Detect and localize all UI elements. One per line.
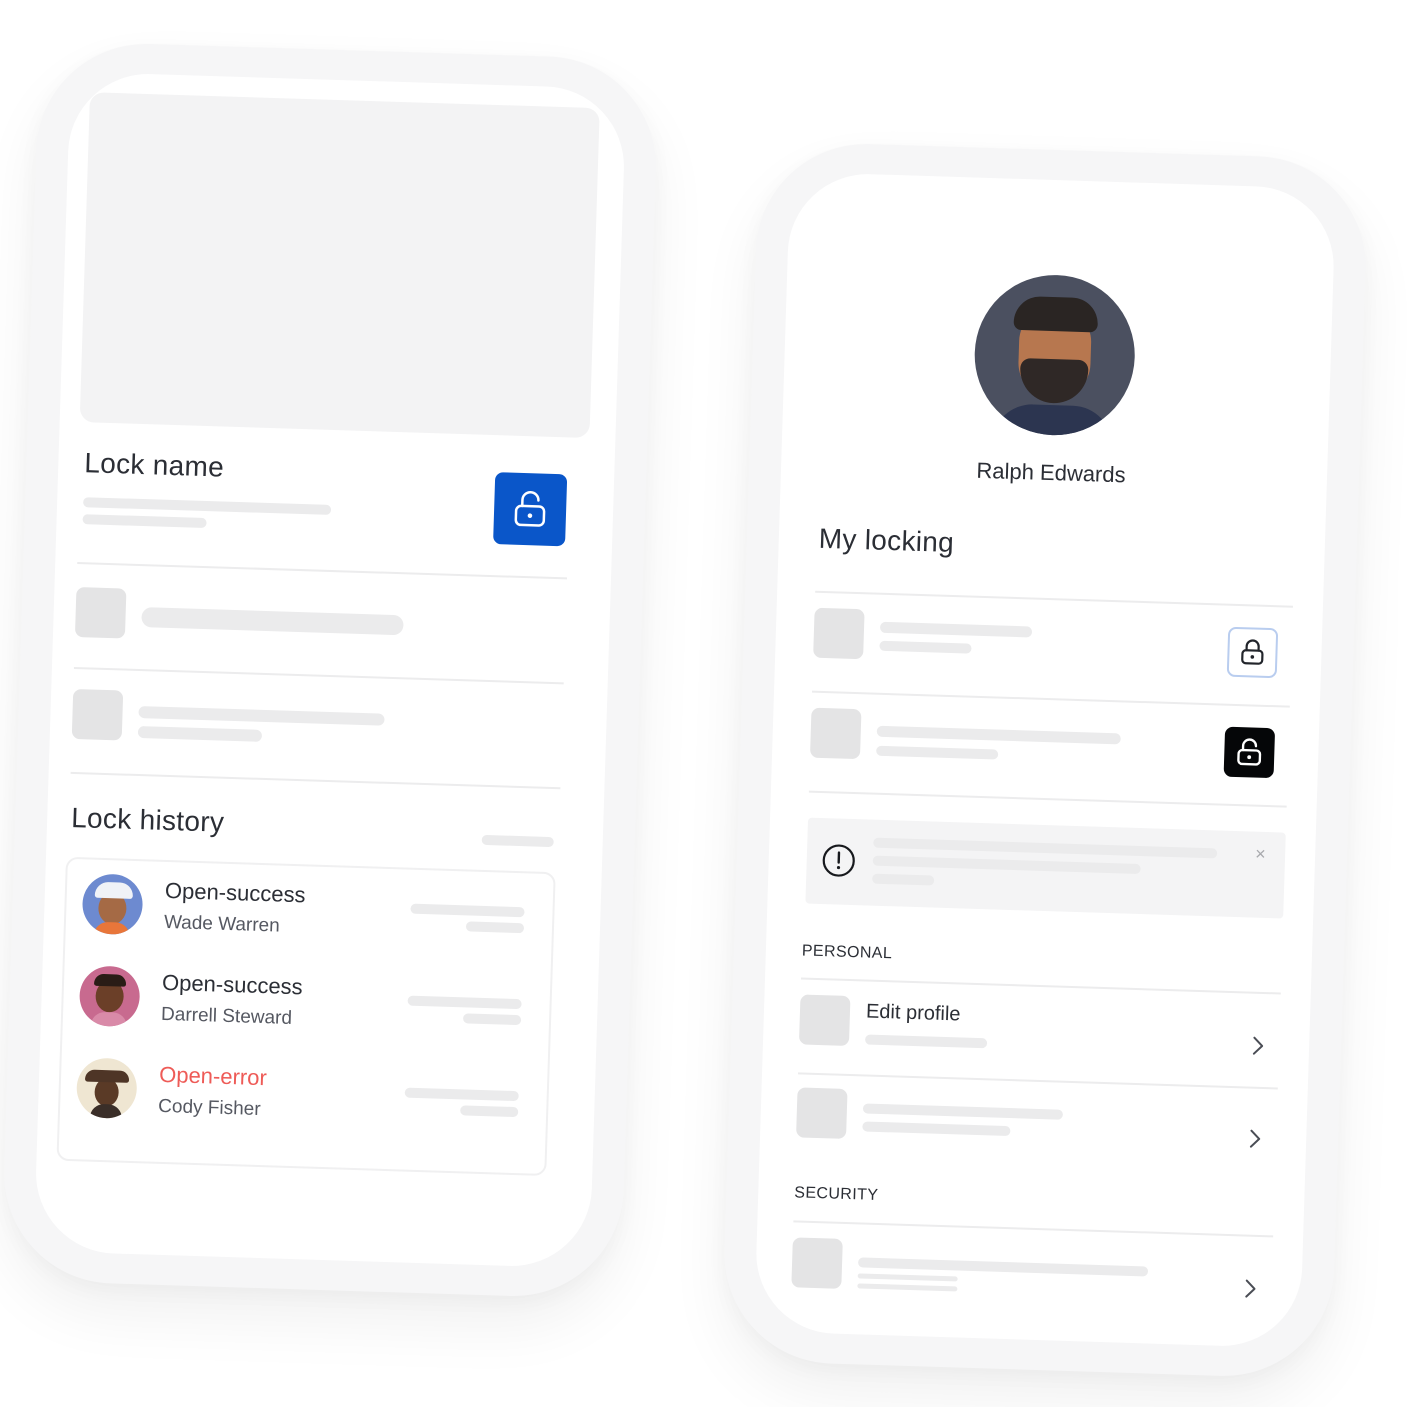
history-time-skeleton: [404, 1087, 519, 1102]
lock-button-active[interactable]: [1223, 726, 1276, 779]
history-time-skeleton: [465, 921, 525, 934]
settings-skeleton: [862, 1121, 1011, 1137]
alert-skeleton: [872, 855, 1141, 875]
lock-detail-screen: Lock name Lock history Open-success Wade…: [33, 71, 627, 1269]
item-skeleton: [141, 607, 404, 636]
avatar-hat: [84, 1069, 130, 1083]
avatar-shirt: [991, 403, 1114, 438]
my-locking-title: My locking: [818, 522, 955, 559]
alert-banner: ×: [805, 817, 1286, 919]
divider: [808, 790, 1287, 808]
unlock-button[interactable]: [1226, 626, 1279, 679]
history-time-skeleton: [407, 995, 522, 1010]
divider: [815, 590, 1293, 608]
security-thumbnail: [791, 1237, 843, 1289]
chevron-right-icon: [1252, 1036, 1264, 1055]
divider: [73, 666, 564, 685]
lock-thumbnail: [813, 607, 865, 660]
security-row[interactable]: [791, 1237, 1273, 1312]
history-time-skeleton: [460, 1105, 519, 1118]
lock-row-skeleton: [879, 621, 1033, 638]
history-user: Darrell Steward: [160, 1003, 293, 1029]
lock-thumbnail: [809, 707, 862, 760]
alert-circle-icon: [822, 844, 855, 877]
lock-image-placeholder: [79, 92, 600, 439]
profile-screen: Ralph Edwards My locking × PERSONAL Edit…: [753, 171, 1337, 1349]
settings-row[interactable]: [796, 1087, 1278, 1162]
alert-skeleton: [873, 837, 1218, 859]
padlock-icon: [1241, 639, 1264, 665]
history-time-skeleton: [462, 1013, 522, 1026]
lock-detail-phone: Lock name Lock history Open-success Wade…: [0, 40, 660, 1300]
divider: [793, 1220, 1274, 1238]
security-section-label: SECURITY: [794, 1184, 879, 1204]
lock-row-skeleton: [879, 640, 972, 654]
avatar-hair: [93, 973, 127, 987]
edit-profile-thumbnail: [798, 994, 851, 1046]
divider: [800, 977, 1281, 995]
security-skeleton: [857, 1283, 958, 1292]
profile-phone: Ralph Edwards My locking × PERSONAL Edit…: [720, 140, 1370, 1380]
avatar-shirt: [89, 1103, 123, 1120]
profile-user-name: Ralph Edwards: [976, 457, 1126, 488]
lock-name-title: Lock name: [83, 447, 225, 483]
chevron-right-icon: [1245, 1279, 1256, 1298]
history-user: Cody Fisher: [157, 1095, 261, 1121]
history-time-skeleton: [410, 903, 525, 918]
avatar-cap: [94, 881, 134, 899]
lock-history-title: Lock history: [70, 801, 225, 838]
divider: [70, 771, 561, 790]
alert-close-button[interactable]: ×: [1255, 844, 1266, 865]
padlock-icon: [514, 491, 546, 527]
history-row[interactable]: Open-error Cody Fisher: [59, 1057, 547, 1152]
lock-name-skeleton: [82, 497, 332, 515]
settings-skeleton: [862, 1103, 1064, 1120]
chevron-right-icon: [1249, 1129, 1261, 1148]
avatar-shirt: [93, 921, 130, 936]
lock-toggle-button[interactable]: [493, 472, 568, 547]
lock-row-skeleton: [876, 725, 1121, 745]
lock-name-skeleton: [82, 514, 207, 529]
personal-section-label: PERSONAL: [801, 942, 893, 963]
edit-profile-skeleton: [864, 1034, 988, 1049]
item-thumbnail: [71, 688, 124, 741]
item-skeleton: [137, 726, 263, 742]
item-skeleton: [138, 706, 385, 726]
history-user: Wade Warren: [163, 911, 281, 937]
item-thumbnail: [74, 586, 127, 639]
alert-skeleton: [872, 873, 935, 886]
divider: [77, 562, 568, 580]
avatar: [78, 965, 141, 1028]
history-status: Open-success: [161, 969, 304, 1000]
see-all-skeleton[interactable]: [481, 834, 554, 848]
avatar-beard: [1019, 358, 1089, 405]
security-skeleton: [857, 1273, 958, 1282]
avatar-hair: [1013, 295, 1099, 333]
lock-row[interactable]: [813, 607, 1293, 683]
lock-history-list: Open-success Wade Warren Open-success Da…: [56, 856, 556, 1177]
security-skeleton: [857, 1257, 1149, 1277]
edit-profile-row[interactable]: Edit profile: [798, 994, 1281, 1069]
divider: [798, 1072, 1278, 1090]
profile-avatar[interactable]: [972, 272, 1138, 438]
history-row[interactable]: Open-success Darrell Steward: [62, 965, 550, 1060]
history-status: Open-success: [164, 877, 306, 908]
padlock-icon: [1237, 738, 1262, 766]
history-status: Open-error: [158, 1061, 268, 1091]
avatar: [81, 873, 144, 936]
avatar-shirt: [90, 1011, 128, 1028]
avatar: [75, 1057, 138, 1120]
history-row[interactable]: Open-success Wade Warren: [65, 873, 553, 968]
lock-row-skeleton: [876, 745, 999, 760]
settings-thumbnail: [796, 1087, 848, 1139]
edit-profile-label: Edit profile: [865, 1000, 961, 1026]
lock-row[interactable]: [809, 707, 1290, 783]
divider: [812, 690, 1290, 708]
